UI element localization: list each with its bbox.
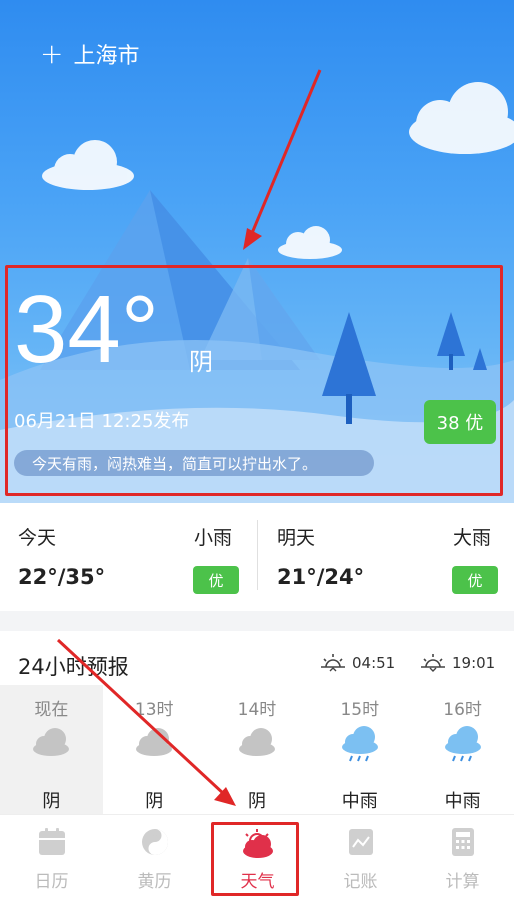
sunrise-icon — [321, 654, 345, 672]
tab-almanac[interactable]: 黄历 — [103, 815, 206, 900]
calculator-icon — [451, 828, 474, 856]
hour-condition: 中雨 — [444, 791, 481, 812]
hour-time: 15时 — [340, 700, 380, 720]
sunset-time: 19:01 — [452, 654, 496, 672]
day-label: 明天 — [277, 527, 316, 549]
day-aqi-badge: 优 — [452, 566, 498, 594]
hourly-list[interactable]: 现在 阴 13时 阴 14时 阴 15时 中雨 16时 中雨 — [0, 685, 514, 814]
tab-label: 记账 — [343, 872, 378, 892]
city-name: 上海市 — [73, 44, 140, 69]
hour-item: 15时 中雨 — [308, 685, 411, 814]
hour-condition: 阴 — [42, 791, 61, 812]
rain-cloud-icon — [341, 726, 378, 762]
hour-time: 现在 — [34, 700, 69, 720]
tab-calendar[interactable]: 日历 — [0, 815, 103, 900]
sunrise: 04:51 — [320, 653, 395, 673]
cloud-icon — [136, 728, 173, 756]
day-weather: 大雨 — [453, 527, 492, 549]
weather-screen: + 上海市 34° 阴 06月21日 12:25发布 38 优 今天有雨，闷热难… — [0, 0, 514, 900]
hour-item: 14时 阴 — [206, 685, 309, 814]
divider — [257, 520, 258, 590]
tab-ledger[interactable]: 记账 — [309, 815, 412, 900]
hour-item: 13时 阴 — [103, 685, 206, 814]
annotation-highlight-box — [5, 265, 503, 496]
yin-yang-icon — [141, 829, 168, 855]
hour-item: 现在 阴 — [0, 685, 103, 814]
section-gap — [0, 611, 514, 631]
sunset: 19:01 — [420, 653, 495, 673]
city-selector[interactable]: + 上海市 — [40, 38, 139, 70]
sunrise-time: 04:51 — [352, 654, 396, 672]
tomorrow-forecast[interactable]: 明天 大雨 21°/24° 优 — [257, 503, 514, 611]
day-aqi-badge: 优 — [193, 566, 239, 594]
cloud-icon — [33, 728, 70, 756]
tab-label: 日历 — [34, 872, 69, 892]
hour-time: 14时 — [237, 700, 277, 720]
annotation-highlight-box — [211, 822, 299, 896]
today-forecast[interactable]: 今天 小雨 22°/35° 优 — [0, 503, 257, 611]
hour-condition: 阴 — [145, 791, 164, 812]
sunset-icon — [421, 654, 445, 672]
hour-condition: 中雨 — [341, 791, 378, 812]
hourly-title: 24小时预报 — [18, 655, 129, 679]
ledger-icon — [348, 829, 373, 855]
day-weather: 小雨 — [194, 527, 233, 549]
tab-label: 黄历 — [137, 872, 172, 892]
hourly-forecast: 24小时预报 04:51 19:01 现在 阴 13时 阴 14时 阴 15时 … — [0, 631, 514, 814]
hour-item: 16时 中雨 — [411, 685, 514, 814]
rain-cloud-icon — [444, 726, 481, 762]
tab-label: 计算 — [445, 872, 480, 892]
tab-calculator[interactable]: 计算 — [411, 815, 514, 900]
hour-time: 16时 — [443, 700, 482, 720]
day-temperature-range: 21°/24° — [277, 565, 365, 589]
hour-condition: 阴 — [247, 791, 266, 812]
plus-icon[interactable]: + — [40, 40, 63, 68]
day-temperature-range: 22°/35° — [18, 565, 106, 589]
hour-time: 13时 — [134, 700, 174, 720]
calendar-icon — [38, 828, 65, 855]
day-label: 今天 — [18, 527, 57, 549]
cloud-icon — [238, 728, 275, 756]
